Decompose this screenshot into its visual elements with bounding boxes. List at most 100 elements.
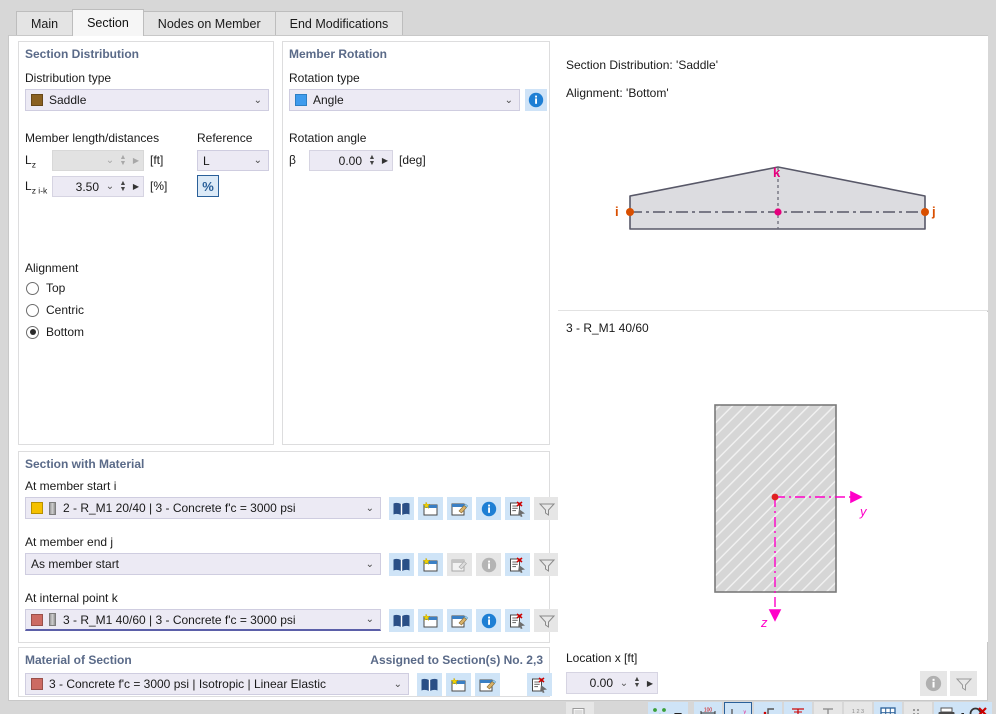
toolbar-export-button[interactable]: [566, 702, 594, 714]
origin-marker: [771, 493, 779, 501]
section-library-button[interactable]: [389, 553, 414, 576]
preview-info-button[interactable]: [920, 671, 947, 696]
node-points-icon: [653, 708, 682, 714]
spinner-arrows[interactable]: ▲ ▼: [366, 151, 378, 170]
material-combo[interactable]: 3 - Concrete f'c = 3000 psi | Isotropic …: [25, 673, 409, 695]
lz-input[interactable]: ⌄ ▲ ▼ ▶: [52, 150, 144, 171]
spinner-arrows[interactable]: ▲ ▼: [117, 151, 129, 170]
radio-label: Bottom: [46, 325, 85, 339]
node-i-marker: [626, 208, 634, 216]
rotation-type-label: Rotation type: [289, 71, 360, 85]
tab-end-modifications[interactable]: End Modifications: [274, 11, 404, 36]
tab-label: Main: [31, 17, 59, 31]
toolbar-grid-button[interactable]: [874, 702, 902, 714]
section-outline-icon: [823, 708, 833, 714]
delete-material-icon: [532, 676, 547, 693]
distribution-type-label: Distribution type: [25, 71, 112, 85]
material-new-button[interactable]: [446, 673, 471, 696]
chevron-down-icon: ⌄: [365, 502, 374, 514]
material-color-swatch: [31, 678, 43, 690]
section-edit-button[interactable]: [447, 497, 472, 520]
spinner-arrows[interactable]: ▲ ▼: [631, 673, 643, 693]
section-delete-button[interactable]: [505, 553, 530, 576]
chevron-down-icon: ⌄: [619, 677, 629, 689]
group-section-distribution: Section Distribution Distribution type S…: [18, 41, 274, 445]
section-color-swatch: [31, 502, 43, 514]
member-dialog: Main Section Nodes on Member End Modific…: [0, 0, 996, 714]
section-library-button[interactable]: [389, 497, 414, 520]
edit-section-icon: [451, 559, 467, 571]
axis-system-icon: y: [730, 708, 746, 714]
tab-main[interactable]: Main: [16, 11, 74, 36]
section-start-i-combo[interactable]: 2 - R_M1 20/40 | 3 - Concrete f'c = 3000…: [25, 497, 381, 519]
rotation-type-value: Angle: [313, 93, 344, 107]
toolbar-shear-center-button[interactable]: sc: [754, 702, 782, 714]
toolbar-section-dimensions-button[interactable]: [784, 702, 812, 714]
group-title: Section Distribution: [25, 47, 139, 61]
section-new-button[interactable]: [418, 497, 443, 520]
group-section-with-material: Section with Material At member start i …: [18, 451, 559, 643]
reference-value: L: [203, 153, 210, 168]
expand-arrow-icon[interactable]: ▶: [378, 156, 392, 165]
lzik-input[interactable]: 3.50 ⌄ ▲ ▼ ▶: [52, 176, 144, 197]
spinner-arrows[interactable]: ▲ ▼: [117, 177, 129, 196]
section-new-button[interactable]: [418, 553, 443, 576]
filter-icon: [538, 559, 555, 572]
section-internal-k-combo[interactable]: 3 - R_M1 40/60 | 3 - Concrete f'c = 3000…: [25, 609, 381, 631]
expand-arrow-icon[interactable]: ▶: [129, 182, 143, 191]
section-new-button[interactable]: [418, 609, 443, 632]
expand-arrow-icon[interactable]: ▶: [129, 156, 143, 165]
toolbar-numbering-button[interactable]: 1 2 3: [844, 702, 872, 714]
group-title: Material of Section: [25, 653, 132, 667]
node-k-marker: [774, 208, 782, 216]
tab-nodes-on-member[interactable]: Nodes on Member: [142, 11, 276, 36]
tab-label: Section: [87, 16, 129, 30]
section-filter-button[interactable]: [534, 553, 559, 576]
section-filter-button[interactable]: [534, 609, 559, 632]
expand-arrow-icon[interactable]: ▶: [643, 679, 657, 688]
section-delete-button[interactable]: [505, 497, 530, 520]
section-edit-button[interactable]: [447, 609, 472, 632]
radio-alignment-bottom[interactable]: Bottom: [26, 325, 84, 339]
section-library-button[interactable]: [389, 609, 414, 632]
tab-section[interactable]: Section: [72, 9, 144, 36]
reference-combo[interactable]: L ⌄: [197, 150, 269, 171]
material-library-button[interactable]: [417, 673, 442, 696]
percent-toggle-button[interactable]: %: [197, 175, 219, 197]
node-k-label: k: [773, 165, 781, 180]
distribution-type-value: Saddle: [49, 93, 87, 107]
toolbar-stress-points-button[interactable]: [904, 702, 932, 714]
section-shape-swatch: [49, 501, 56, 515]
toolbar-axis-system-button[interactable]: y: [724, 702, 752, 714]
toolbar-node-points-button[interactable]: [648, 702, 688, 714]
edit-section-icon: [451, 615, 469, 627]
section-info-button[interactable]: [476, 553, 501, 576]
section-value: 2 - R_M1 20/40 | 3 - Concrete f'c = 3000…: [63, 501, 296, 515]
toolbar-zoom-reset-button[interactable]: [964, 702, 992, 714]
section-info-button[interactable]: [476, 609, 501, 632]
location-x-input[interactable]: 0.00 ⌄ ▲ ▼ ▶: [566, 672, 658, 694]
toolbar-dimensions-button[interactable]: 100: [694, 702, 722, 714]
chevron-down-icon: ⌄: [105, 181, 115, 192]
preview-filter-button[interactable]: [950, 671, 977, 696]
section-info-button[interactable]: [476, 497, 501, 520]
toolbar-section-outline-button[interactable]: [814, 702, 842, 714]
section-delete-button[interactable]: [505, 609, 530, 632]
rotation-info-button[interactable]: [525, 89, 547, 111]
radio-alignment-top[interactable]: Top: [26, 281, 65, 295]
radio-dot: [26, 281, 39, 295]
distribution-type-combo[interactable]: Saddle ⌄: [25, 89, 269, 111]
section-edit-button[interactable]: [447, 553, 472, 576]
radio-alignment-centric[interactable]: Centric: [26, 303, 84, 317]
location-x-label: Location x [ft]: [566, 651, 638, 665]
rotation-angle-input[interactable]: 0.00 ▲ ▼ ▶: [309, 150, 393, 171]
rotation-type-combo[interactable]: Angle ⌄: [289, 89, 520, 111]
material-delete-button[interactable]: [527, 673, 552, 696]
section-end-j-combo[interactable]: As member start ⌄: [25, 553, 381, 575]
beta-unit: [deg]: [399, 153, 426, 167]
assigned-to-sections-label: Assigned to Section(s) No. 2,3: [370, 653, 543, 667]
group-title: Member Rotation: [289, 47, 388, 61]
svg-text:y: y: [743, 709, 746, 714]
material-edit-button[interactable]: [475, 673, 500, 696]
section-filter-button[interactable]: [534, 497, 559, 520]
